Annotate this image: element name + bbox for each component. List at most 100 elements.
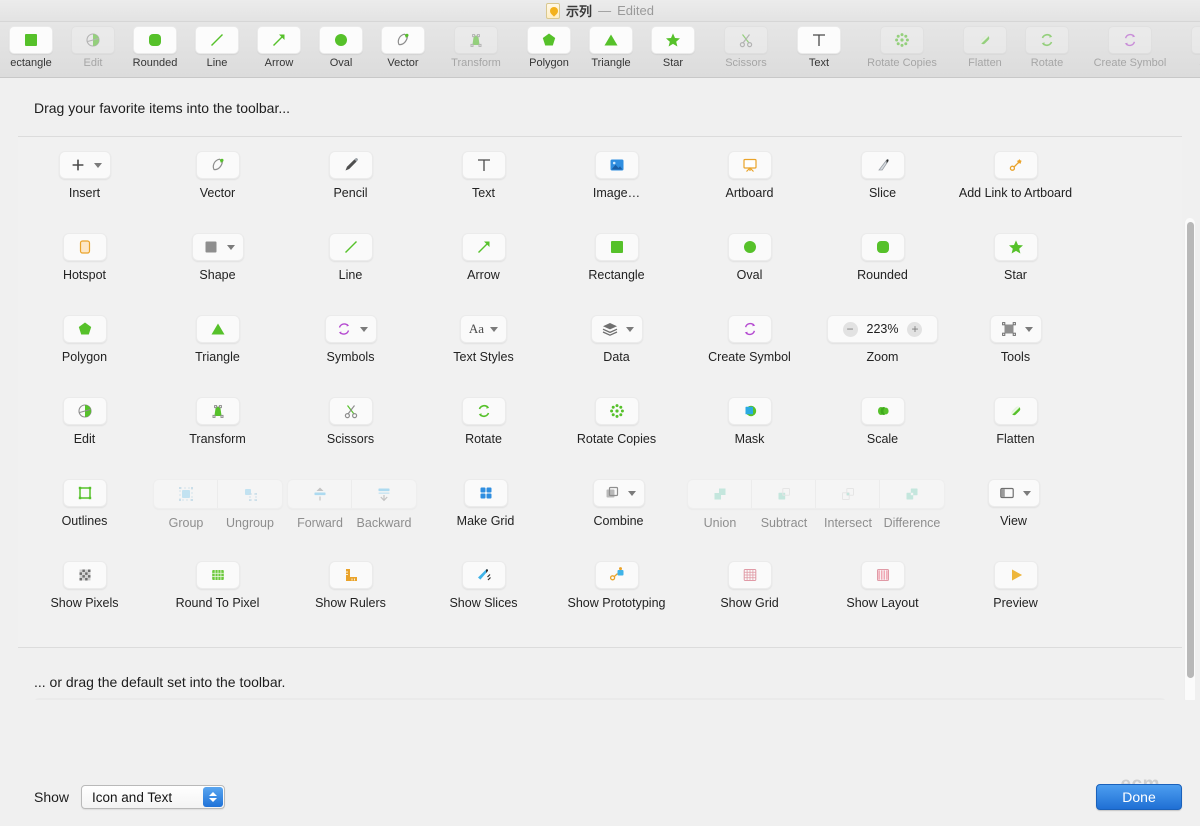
palette-item-data[interactable]: Data	[550, 315, 683, 365]
chevron-down-icon[interactable]	[226, 244, 235, 250]
palette-item-transform[interactable]: Transform	[151, 397, 284, 447]
toolbar-item-arrow[interactable]: Arrow	[248, 24, 310, 69]
oval-icon[interactable]	[727, 233, 772, 261]
show-slices-icon[interactable]	[461, 561, 506, 589]
toolbar-item-triangle[interactable]: Triangle	[580, 24, 642, 69]
palette-item-rounded[interactable]: Rounded	[816, 233, 949, 283]
show-pixels-icon[interactable]	[62, 561, 107, 589]
show-layout-icon[interactable]	[860, 561, 905, 589]
palette-item-shape[interactable]: Shape	[151, 233, 284, 283]
palette-item-text[interactable]: Text	[417, 151, 550, 201]
rotate-copies-icon[interactable]	[594, 397, 639, 425]
arrow-icon[interactable]	[461, 233, 506, 261]
palette-item-show-slices[interactable]: Show Slices	[417, 561, 550, 611]
triangle-icon[interactable]	[195, 315, 240, 343]
palette-item-zoom[interactable]: −223% + Zoom	[816, 315, 949, 365]
palette-item-scale[interactable]: Scale	[816, 397, 949, 447]
palette-item-make-grid[interactable]: Make Grid	[419, 479, 552, 529]
preview-play-icon[interactable]	[993, 561, 1038, 589]
artboard-icon[interactable]	[727, 151, 772, 179]
palette-item-star[interactable]: Star	[949, 233, 1082, 283]
text-icon[interactable]	[461, 151, 506, 179]
add-link-icon[interactable]	[993, 151, 1038, 179]
palette-scrollbar-thumb[interactable]	[1187, 222, 1194, 678]
slice-knife-icon[interactable]	[860, 151, 905, 179]
palette-item-preview[interactable]: Preview	[949, 561, 1082, 611]
rounded-rectangle-icon[interactable]	[860, 233, 905, 261]
chevron-down-icon[interactable]	[625, 326, 634, 332]
toolbar-item-text[interactable]: Text	[788, 24, 850, 69]
zoom-out-button[interactable]: −	[842, 321, 858, 337]
edit-vector-icon[interactable]	[62, 397, 107, 425]
star-icon[interactable]	[651, 26, 695, 54]
chevron-down-icon[interactable]	[627, 490, 636, 496]
chevron-down-icon[interactable]	[359, 326, 368, 332]
palette-item-oval[interactable]: Oval	[683, 233, 816, 283]
symbols-icon-dropdown[interactable]	[324, 315, 377, 343]
palette-item-mask[interactable]: Mask	[683, 397, 816, 447]
palette-item-pencil[interactable]: Pencil	[284, 151, 417, 201]
palette-item-scissors[interactable]: Scissors	[284, 397, 417, 447]
palette-item-show-prototyping[interactable]: Show Prototyping	[550, 561, 683, 611]
outlines-icon[interactable]	[62, 479, 107, 507]
palette-item-symbols[interactable]: Symbols	[284, 315, 417, 365]
chevron-down-icon[interactable]	[1024, 326, 1033, 332]
data-layers-icon-dropdown[interactable]	[590, 315, 643, 343]
palette-item-text-styles[interactable]: Aa Text Styles	[417, 315, 550, 365]
palette-item-create-symbol[interactable]: Create Symbol	[683, 315, 816, 365]
palette-item-insert[interactable]: Insert	[18, 151, 151, 201]
palette-item-view[interactable]: View	[947, 479, 1080, 529]
done-button[interactable]: Done	[1096, 784, 1182, 810]
chevron-down-icon[interactable]	[93, 162, 102, 168]
rectangle-icon[interactable]	[9, 26, 53, 54]
rotate-icon[interactable]	[461, 397, 506, 425]
vector-pen-icon[interactable]	[195, 151, 240, 179]
palette-item-flatten[interactable]: Flatten	[949, 397, 1082, 447]
palette-item-artboard[interactable]: Artboard	[683, 151, 816, 201]
show-mode-select[interactable]: Icon and Text	[81, 785, 226, 809]
palette-item-edit[interactable]: Edit	[18, 397, 151, 447]
transform-icon[interactable]	[195, 397, 240, 425]
rounded-rectangle-icon[interactable]	[133, 26, 177, 54]
view-icon-dropdown[interactable]	[987, 479, 1040, 507]
scale-icon[interactable]	[860, 397, 905, 425]
palette-item-tools[interactable]: Tools	[949, 315, 1082, 365]
toolbar-item-oval[interactable]: Oval	[310, 24, 372, 69]
combine-icon-dropdown[interactable]	[592, 479, 645, 507]
text-styles-icon-dropdown[interactable]: Aa	[459, 315, 508, 343]
zoom-stepper[interactable]: −223% +	[826, 315, 939, 343]
scissors-icon[interactable]	[328, 397, 373, 425]
chevron-down-icon[interactable]	[490, 326, 499, 332]
polygon-icon[interactable]	[527, 26, 571, 54]
text-icon[interactable]	[797, 26, 841, 54]
palette-item-show-rulers[interactable]: Show Rulers	[284, 561, 417, 611]
create-symbol-icon[interactable]	[727, 315, 772, 343]
palette-scrollbar[interactable]	[1184, 218, 1195, 704]
palette-item-hotspot[interactable]: Hotspot	[18, 233, 151, 283]
line-icon[interactable]	[328, 233, 373, 261]
tools-icon-dropdown[interactable]	[989, 315, 1042, 343]
arrow-icon[interactable]	[257, 26, 301, 54]
mask-icon[interactable]	[727, 397, 772, 425]
palette-item-line[interactable]: Line	[284, 233, 417, 283]
triangle-icon[interactable]	[589, 26, 633, 54]
zoom-in-button[interactable]: +	[907, 321, 923, 337]
hotspot-icon[interactable]	[62, 233, 107, 261]
palette-item-rectangle[interactable]: Rectangle	[550, 233, 683, 283]
vector-pen-icon[interactable]	[381, 26, 425, 54]
palette-item-rotate-copies[interactable]: Rotate Copies	[550, 397, 683, 447]
palette-item-vector[interactable]: Vector	[151, 151, 284, 201]
plus-icon-dropdown[interactable]	[58, 151, 111, 179]
palette-item-combine[interactable]: Combine	[552, 479, 685, 529]
make-grid-icon[interactable]	[463, 479, 508, 507]
polygon-icon[interactable]	[62, 315, 107, 343]
palette-item-triangle[interactable]: Triangle	[151, 315, 284, 365]
chevron-updown-icon[interactable]	[203, 787, 224, 807]
palette-item-show-pixels[interactable]: Show Pixels	[18, 561, 151, 611]
palette-item-arrow[interactable]: Arrow	[417, 233, 550, 283]
image-icon[interactable]	[594, 151, 639, 179]
toolbar-item-star[interactable]: Star	[642, 24, 704, 69]
palette-item-polygon[interactable]: Polygon	[18, 315, 151, 365]
palette-item-outlines[interactable]: Outlines	[18, 479, 151, 529]
palette-item-image-[interactable]: Image…	[550, 151, 683, 201]
